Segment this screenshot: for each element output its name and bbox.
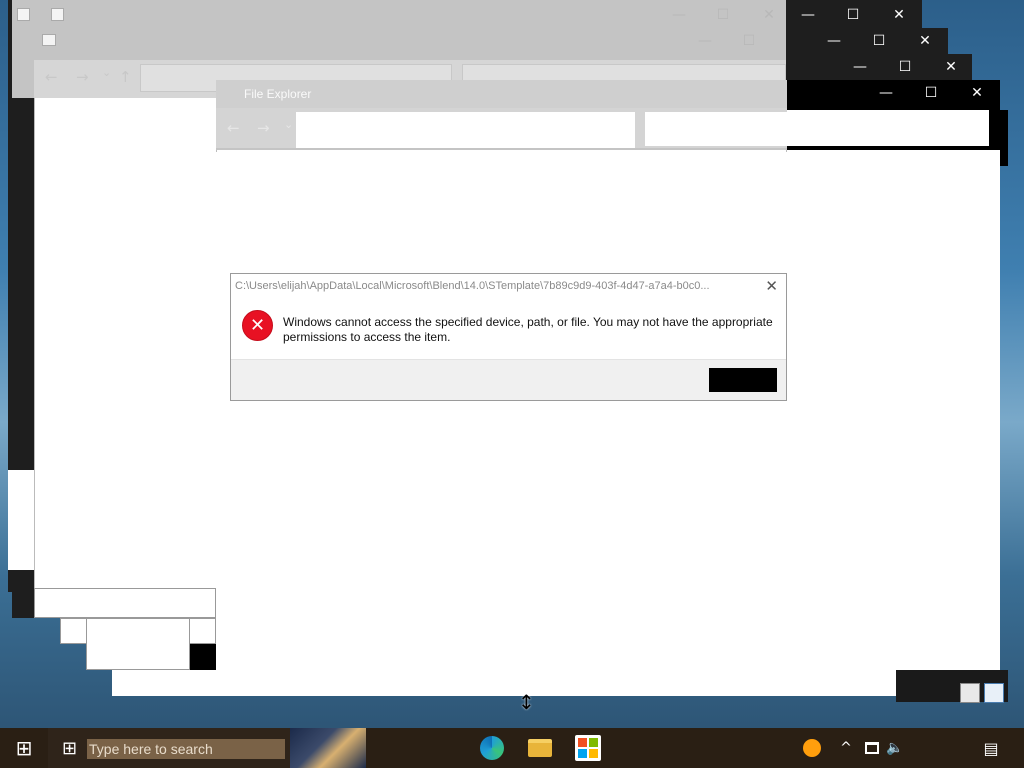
- bg4-maximize-button[interactable]: ☐: [908, 79, 954, 107]
- bg1-maximize-button[interactable]: ☐: [830, 1, 876, 29]
- orange-dot-icon: [803, 739, 821, 757]
- ghost-back-button[interactable]: ←: [45, 68, 58, 86]
- edge-taskbar-button[interactable]: [468, 728, 516, 768]
- ghost-close-button[interactable]: ✕: [746, 1, 792, 29]
- file-explorer-taskbar-button[interactable]: [516, 728, 564, 768]
- ghost2-minimize-button[interactable]: —: [682, 27, 728, 55]
- bg4-minimize-button[interactable]: —: [863, 79, 909, 107]
- bg1-close-button[interactable]: ✕: [876, 1, 922, 29]
- ghost2-maximize-button[interactable]: ☐: [726, 27, 772, 55]
- window-bottom-strip-1: [112, 670, 896, 696]
- start-button[interactable]: ⊞: [0, 728, 48, 768]
- bg2-close-button[interactable]: ✕: [902, 27, 948, 55]
- ok-button[interactable]: [709, 368, 777, 392]
- network-button[interactable]: [860, 728, 884, 768]
- ghost-explorer-icon: [17, 8, 30, 21]
- windows-logo-icon: ⊞: [15, 736, 33, 760]
- store-icon: [575, 735, 601, 761]
- network-icon: [865, 742, 879, 754]
- search-highlight-image[interactable]: [290, 728, 366, 768]
- bg4-scrollbar[interactable]: [1000, 110, 1008, 166]
- ghost-maximize-button[interactable]: ☐: [700, 1, 746, 29]
- address-bar[interactable]: [296, 112, 635, 148]
- search-input[interactable]: Type here to search: [87, 739, 285, 759]
- notification-icon: ▤: [983, 738, 999, 758]
- bg2-minimize-button[interactable]: —: [811, 27, 857, 55]
- view-tiles-icon[interactable]: [984, 683, 1004, 703]
- error-x-glyph: ✕: [249, 314, 266, 336]
- store-taskbar-button[interactable]: [564, 728, 612, 768]
- chevron-up-icon: ^: [840, 740, 852, 756]
- edge-icon: [480, 736, 504, 760]
- window-bottom-strip-4: [86, 618, 190, 670]
- error-dialog: C:\Users\elijah\AppData\Local\Microsoft\…: [230, 273, 787, 401]
- window-left-edge: [8, 470, 34, 570]
- bg2-maximize-button[interactable]: ☐: [856, 27, 902, 55]
- window-bottom-strip-5: [34, 588, 216, 618]
- ghost-minimize-button[interactable]: —: [656, 1, 702, 29]
- ghost-navigation-pane: [34, 98, 216, 588]
- bg3-close-button[interactable]: ✕: [928, 53, 974, 81]
- ghost-up-button[interactable]: ↑: [119, 68, 132, 86]
- volume-icon: 🔈: [886, 740, 904, 756]
- ghost-recent-button[interactable]: ⌄: [102, 66, 111, 79]
- tray-chevron-button[interactable]: ^: [836, 728, 856, 768]
- bg3-maximize-button[interactable]: ☐: [882, 53, 928, 81]
- recent-locations-button[interactable]: ⌄: [284, 118, 293, 131]
- dialog-title-path: C:\Users\elijah\AppData\Local\Microsoft\…: [235, 280, 710, 292]
- folder-icon: [528, 739, 552, 757]
- ghost-explorer-check-icon: [51, 8, 64, 21]
- file-explorer-title: File Explorer: [244, 87, 312, 101]
- search-field[interactable]: [645, 112, 787, 146]
- error-icon: ✕: [242, 310, 273, 341]
- bg4-close-button[interactable]: ✕: [954, 79, 1000, 107]
- notification-center-button[interactable]: ▤: [976, 728, 1006, 768]
- ghost-explorer-icon-2: [42, 34, 56, 46]
- ghost-forward-button[interactable]: →: [76, 68, 89, 86]
- view-details-icon[interactable]: [960, 683, 980, 703]
- forward-button[interactable]: →: [257, 119, 270, 137]
- dialog-footer: [231, 359, 786, 400]
- error-message: Windows cannot access the specified devi…: [283, 315, 773, 344]
- weather-orange-button[interactable]: [798, 728, 826, 768]
- back-button[interactable]: ←: [227, 119, 240, 137]
- search-windows-logo-icon: ⊞: [62, 737, 78, 759]
- dialog-close-button[interactable]: ✕: [765, 277, 778, 295]
- volume-button[interactable]: 🔈: [884, 728, 906, 768]
- resize-cursor-icon: ↕: [518, 690, 535, 714]
- bg3-minimize-button[interactable]: —: [837, 53, 883, 81]
